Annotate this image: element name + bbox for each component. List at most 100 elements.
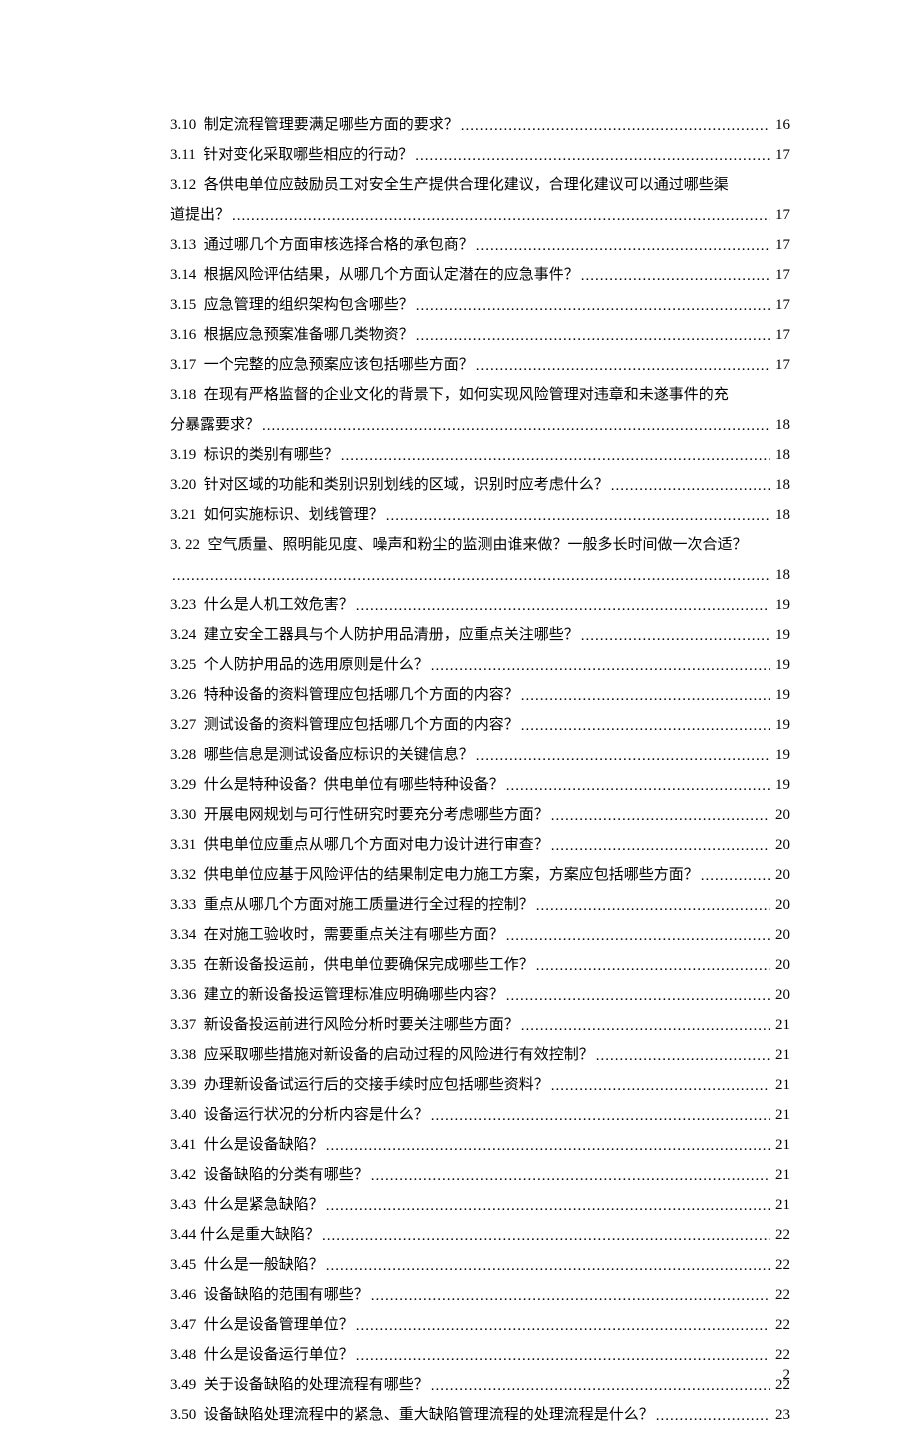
toc-entry-page: 19 <box>770 714 790 737</box>
toc-entry[interactable]: 3.50 设备缺陷处理流程中的紧急、重大缺陷管理流程的处理流程是什么？.....… <box>170 1404 790 1427</box>
toc-entry-page: 17 <box>770 144 790 167</box>
toc-entry[interactable]: 3.47 什么是设备管理单位？.........................… <box>170 1314 790 1337</box>
toc-leader-dots: ........................................… <box>549 1075 770 1098</box>
toc-entry-page: 21 <box>770 1134 790 1157</box>
toc-entry-number: 3.28 <box>170 744 204 767</box>
toc-entry-page: 19 <box>770 774 790 797</box>
toc-leader-dots: ........................................… <box>504 775 770 798</box>
toc-entry[interactable]: 3.28 哪些信息是测试设备应标识的关键信息？.................… <box>170 744 790 767</box>
toc-entry[interactable]: 3.15 应急管理的组织架构包含哪些？.....................… <box>170 294 790 317</box>
toc-entry-title: 什么是设备管理单位？ <box>204 1314 354 1337</box>
table-of-contents: 3.10 制定流程管理要满足哪些方面的要求？..................… <box>170 114 790 1427</box>
toc-entry[interactable]: 3.40 设备运行状况的分析内容是什么？....................… <box>170 1104 790 1127</box>
toc-leader-dots: ........................................… <box>654 1405 770 1428</box>
toc-entry-number: 3.19 <box>170 444 204 467</box>
toc-leader-dots: ........................................… <box>324 1255 770 1278</box>
toc-leader-dots: ........................................… <box>504 985 770 1008</box>
toc-entry[interactable]: 3.26 特种设备的资料管理应包括哪几个方面的内容？..............… <box>170 684 790 707</box>
toc-entry-page: 19 <box>770 624 790 647</box>
toc-leader-dots: ........................................… <box>519 715 770 738</box>
toc-leader-dots: ........................................… <box>414 295 770 318</box>
toc-entry-title: 建立安全工器具与个人防护用品清册，应重点关注哪些？ <box>204 624 579 647</box>
toc-entry-title: 办理新设备试运行后的交接手续时应包括哪些资料？ <box>204 1074 549 1097</box>
toc-entry-page: 20 <box>770 804 790 827</box>
toc-entry[interactable]: 3.10 制定流程管理要满足哪些方面的要求？..................… <box>170 114 790 137</box>
toc-entry-page: 18 <box>770 504 790 527</box>
toc-entry[interactable]: 3.20 针对区域的功能和类别识别划线的区域，识别时应考虑什么？........… <box>170 474 790 497</box>
toc-entry-page: 20 <box>770 894 790 917</box>
toc-entry-number: 3.15 <box>170 294 204 317</box>
toc-entry[interactable]: 3.34 在对施工验收时，需要重点关注有哪些方面？...............… <box>170 924 790 947</box>
toc-entry-title: 空气质量、照明能见度、噪声和粉尘的监测由谁来做？一般多长时间做一次合适？ <box>208 534 748 557</box>
toc-entry-number: 3.44 <box>170 1224 200 1247</box>
toc-entry-title: 在对施工验收时，需要重点关注有哪些方面？ <box>204 924 504 947</box>
toc-entry-title: 设备缺陷的分类有哪些？ <box>204 1164 369 1187</box>
toc-entry[interactable]: 3.43 什么是紧急缺陷？...........................… <box>170 1194 790 1217</box>
toc-entry[interactable]: 3.19 标识的类别有哪些？..........................… <box>170 444 790 467</box>
toc-entry[interactable]: 3.45 什么是一般缺陷？...........................… <box>170 1254 790 1277</box>
toc-entry[interactable]: 3. 22 空气质量、照明能见度、噪声和粉尘的监测由谁来做？一般多长时间做一次合… <box>170 534 790 587</box>
toc-leader-dots: ........................................… <box>549 805 770 828</box>
toc-entry[interactable]: 3.42 设备缺陷的分类有哪些？........................… <box>170 1164 790 1187</box>
toc-leader-dots: ........................................… <box>354 1315 770 1338</box>
toc-entry[interactable]: 3.37 新设备投运前进行风险分析时要关注哪些方面？..............… <box>170 1014 790 1037</box>
toc-entry-title: 各供电单位应鼓励员工对安全生产提供合理化建议，合理化建议可以通过哪些渠 <box>204 174 729 197</box>
toc-entry-page: 19 <box>770 744 790 767</box>
toc-entry[interactable]: 3.35 在新设备投运前，供电单位要确保完成哪些工作？.............… <box>170 954 790 977</box>
toc-entry[interactable]: 3.41 什么是设备缺陷？...........................… <box>170 1134 790 1157</box>
toc-entry[interactable]: 3.25 个人防护用品的选用原则是什么？....................… <box>170 654 790 677</box>
toc-entry-number: 3.49 <box>170 1374 204 1397</box>
toc-entry-number: 3.39 <box>170 1074 204 1097</box>
toc-entry[interactable]: 3.23 什么是人机工效危害？.........................… <box>170 594 790 617</box>
toc-entry[interactable]: 3.24 建立安全工器具与个人防护用品清册，应重点关注哪些？..........… <box>170 624 790 647</box>
toc-entry[interactable]: 3.21 如何实施标识、划线管理？.......................… <box>170 504 790 527</box>
toc-entry-number: 3.14 <box>170 264 204 287</box>
toc-entry[interactable]: 3.18 在现有严格监督的企业文化的背景下，如何实现风险管理对违章和未遂事件的充… <box>170 384 790 437</box>
toc-leader-dots: ........................................… <box>369 1285 770 1308</box>
toc-entry[interactable]: 3.12 各供电单位应鼓励员工对安全生产提供合理化建议，合理化建议可以通过哪些渠… <box>170 174 790 227</box>
toc-entry-number: 3.41 <box>170 1134 204 1157</box>
toc-entry[interactable]: 3.13 通过哪几个方面审核选择合格的承包商？.................… <box>170 234 790 257</box>
toc-leader-dots: ........................................… <box>549 835 770 858</box>
toc-entry-title: 什么是重大缺陷？ <box>200 1224 320 1247</box>
toc-entry-page: 17 <box>770 354 790 377</box>
toc-entry[interactable]: 3.33 重点从哪几个方面对施工质量进行全过程的控制？.............… <box>170 894 790 917</box>
toc-entry[interactable]: 3.31 供电单位应重点从哪几个方面对电力设计进行审查？............… <box>170 834 790 857</box>
toc-entry-title: 标识的类别有哪些？ <box>204 444 339 467</box>
toc-entry[interactable]: 3.49 关于设备缺陷的处理流程有哪些？....................… <box>170 1374 790 1397</box>
toc-leader-dots: ........................................… <box>579 625 770 648</box>
toc-leader-dots: ........................................… <box>579 265 770 288</box>
toc-entry-page: 16 <box>770 114 790 137</box>
toc-entry[interactable]: 3.46 设备缺陷的范围有哪些？........................… <box>170 1284 790 1307</box>
toc-entry-title: 设备缺陷处理流程中的紧急、重大缺陷管理流程的处理流程是什么？ <box>204 1404 654 1427</box>
toc-entry-number: 3.10 <box>170 114 204 137</box>
toc-entry[interactable]: 3.39 办理新设备试运行后的交接手续时应包括哪些资料？............… <box>170 1074 790 1097</box>
toc-leader-dots: ........................................… <box>320 1225 770 1248</box>
toc-entry-number: 3.24 <box>170 624 204 647</box>
toc-entry[interactable]: 3.17 一个完整的应急预案应该包括哪些方面？.................… <box>170 354 790 377</box>
toc-entry[interactable]: 3.48 什么是设备运行单位？.........................… <box>170 1344 790 1367</box>
toc-entry-title: 供电单位应基于风险评估的结果制定电力施工方案，方案应包括哪些方面？ <box>204 864 699 887</box>
toc-entry-title: 针对变化采取哪些相应的行动？ <box>203 144 413 167</box>
toc-entry-number: 3.46 <box>170 1284 204 1307</box>
toc-entry-number: 3.32 <box>170 864 204 887</box>
toc-entry[interactable]: 3.30 开展电网规划与可行性研究时要充分考虑哪些方面？............… <box>170 804 790 827</box>
toc-entry-page: 19 <box>770 594 790 617</box>
toc-entry-title: 什么是特种设备？供电单位有哪些特种设备？ <box>204 774 504 797</box>
toc-entry-title: 应采取哪些措施对新设备的启动过程的风险进行有效控制？ <box>204 1044 594 1067</box>
toc-entry[interactable]: 3.32 供电单位应基于风险评估的结果制定电力施工方案，方案应包括哪些方面？..… <box>170 864 790 887</box>
toc-entry[interactable]: 3.11 针对变化采取哪些相应的行动？.....................… <box>170 144 790 167</box>
toc-entry-number: 3.20 <box>170 474 204 497</box>
toc-entry[interactable]: 3.27 测试设备的资料管理应包括哪几个方面的内容？..............… <box>170 714 790 737</box>
toc-entry-title: 什么是设备缺陷？ <box>204 1134 324 1157</box>
toc-leader-dots: ........................................… <box>609 475 770 498</box>
toc-entry[interactable]: 3.38 应采取哪些措施对新设备的启动过程的风险进行有效控制？.........… <box>170 1044 790 1067</box>
toc-entry-page: 19 <box>770 654 790 677</box>
toc-entry[interactable]: 3.16 根据应急预案准备哪几类物资？.....................… <box>170 324 790 347</box>
toc-leader-dots: ........................................… <box>474 235 770 258</box>
toc-entry[interactable]: 3.44 什么是重大缺陷？...........................… <box>170 1224 790 1247</box>
toc-entry[interactable]: 3.29 什么是特种设备？供电单位有哪些特种设备？...............… <box>170 774 790 797</box>
toc-entry-number: 3.26 <box>170 684 204 707</box>
toc-entry[interactable]: 3.36 建立的新设备投运管理标准应明确哪些内容？...............… <box>170 984 790 1007</box>
toc-entry[interactable]: 3.14 根据风险评估结果，从哪几个方面认定潜在的应急事件？..........… <box>170 264 790 287</box>
